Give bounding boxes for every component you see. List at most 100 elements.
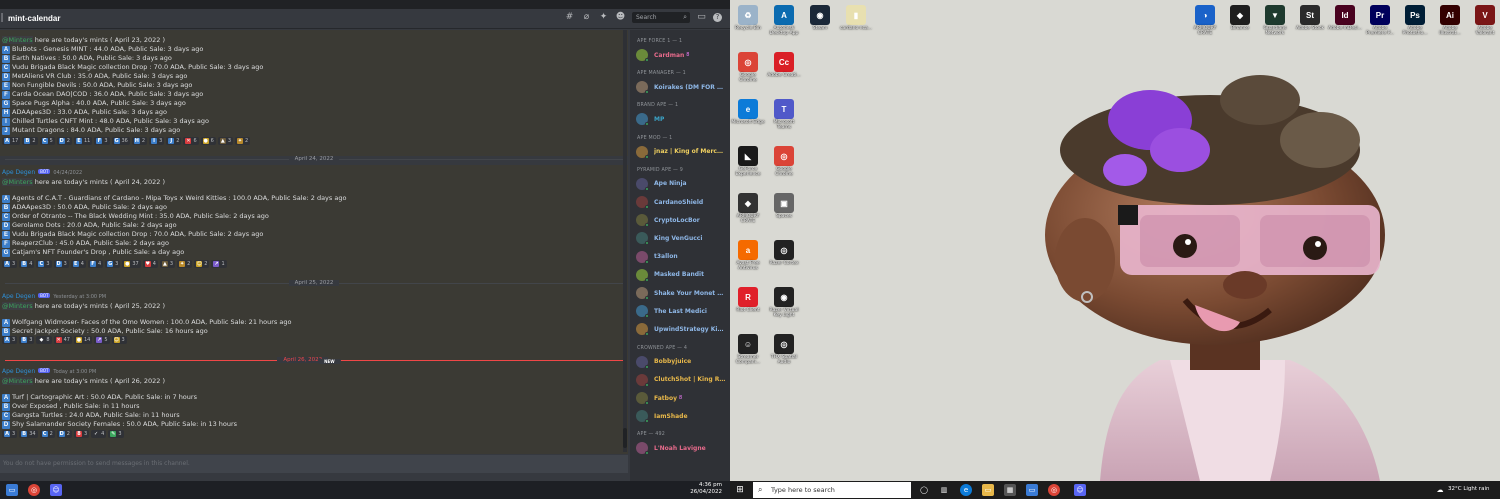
desktop-icon[interactable]: ▼ Guardians Network	[1258, 2, 1292, 44]
reaction-button[interactable]: ● 6	[200, 137, 216, 145]
reaction-button[interactable]: B2	[22, 137, 38, 145]
reaction-button[interactable]: ↗ 1	[211, 260, 227, 268]
taskbar-folder-icon[interactable]: ▭	[6, 484, 18, 496]
reaction-button[interactable]: H2	[131, 137, 148, 145]
desktop-icon[interactable]: Id Adobe InDesi...	[1328, 2, 1362, 44]
reaction-button[interactable]: ☺ 3	[111, 336, 127, 344]
taskbar-explorer-icon[interactable]: ▭	[982, 484, 994, 496]
member-item[interactable]: King VenGucci	[636, 231, 702, 246]
reaction-button[interactable]: B 34	[19, 430, 38, 438]
reaction-button[interactable]: A 17	[2, 137, 21, 145]
member-item[interactable]: IamShade	[636, 409, 688, 424]
reaction-button[interactable]: ✕ 47	[53, 336, 72, 344]
reaction-button[interactable]: A3	[2, 430, 18, 438]
desktop-icon[interactable]: ♻ Recycle Bin	[731, 2, 765, 44]
member-item[interactable]: UpwindStrategy King ...	[636, 322, 726, 337]
reaction-button[interactable]: ✎ 3	[108, 430, 124, 438]
member-item[interactable]: The Last Medici	[636, 304, 707, 319]
reaction-button[interactable]: ✦ 2	[177, 260, 193, 268]
desktop-icon[interactable]: ◎ Google Chrome	[731, 49, 765, 91]
author-name[interactable]: Ape Degen	[2, 293, 35, 300]
reaction-button[interactable]: C5	[39, 137, 55, 145]
desktop-icon[interactable]: ◆ ARMOURY CRATE	[731, 190, 765, 232]
reaction-button[interactable]: ↗ 5	[94, 336, 110, 344]
scrollbar-thumb[interactable]	[623, 428, 627, 448]
reaction-button[interactable]: ✦ 2	[235, 137, 251, 145]
member-item[interactable]: Masked Bandit	[636, 268, 704, 282]
reaction-button[interactable]: ▲ 3	[159, 260, 176, 268]
reaction-button[interactable]: F4	[87, 260, 104, 268]
reaction-button[interactable]: E4	[70, 260, 86, 268]
search-input[interactable]: Search ⌕	[632, 12, 690, 23]
desktop-icon[interactable]: e Microsoft Edge	[731, 96, 765, 138]
member-item[interactable]: MP	[636, 112, 664, 127]
scrollbar-track[interactable]	[623, 30, 627, 452]
reaction-button[interactable]: J2	[166, 137, 182, 145]
member-item[interactable]: L'Noah Lavigne	[636, 441, 706, 456]
desktop-icon[interactable]: ◑ ARMOURY CRATE	[1188, 2, 1222, 44]
taskbar-discord-icon[interactable]: ☺	[1074, 484, 1086, 496]
member-item[interactable]: t3allon	[636, 250, 678, 264]
reaction-button[interactable]: G 36	[111, 137, 130, 145]
inbox-icon[interactable]: ▭	[696, 12, 707, 23]
reaction-button[interactable]: D2	[56, 430, 72, 438]
member-item[interactable]: Cardman 8	[636, 48, 689, 62]
member-item[interactable]: Bobbyjuice	[636, 355, 691, 369]
reaction-button[interactable]: E 11	[73, 137, 93, 145]
desktop-icon[interactable]: Pr Adobe Premiere P...	[1363, 2, 1397, 44]
reaction-button[interactable]: D3	[53, 260, 69, 268]
role-mention[interactable]: @Minters	[2, 377, 33, 385]
desktop-icon[interactable]: ◎ Google Chrome	[767, 143, 801, 185]
cortana-icon[interactable]: ◯	[918, 484, 930, 496]
mute-bell-icon[interactable]: ⌀	[581, 12, 592, 23]
member-item[interactable]: jnaz | King of Merchants	[636, 145, 726, 159]
taskbar-folder2-icon[interactable]: ▭	[1026, 484, 1038, 496]
desktop-icon[interactable]: Cc Adobe Creati...	[767, 49, 801, 91]
desktop-icon[interactable]: St Adobe Stock	[1293, 2, 1327, 44]
desktop-icon[interactable]: A Autodesk Desktop App	[767, 2, 801, 44]
desktop-icon[interactable]: ◉ Steam	[803, 2, 837, 44]
reaction-button[interactable]: C3	[36, 260, 52, 268]
reaction-button[interactable]: F3	[94, 137, 110, 145]
reaction-button[interactable]: D2	[56, 137, 72, 145]
help-icon[interactable]: ?	[713, 13, 722, 22]
reaction-button[interactable]: G3	[105, 260, 121, 268]
reaction-button[interactable]: ✓ 4	[91, 430, 107, 438]
author-name[interactable]: Ape Degen	[2, 169, 35, 176]
desktop-icon[interactable]: ◎ Razer Cortex	[767, 237, 801, 279]
member-item[interactable]: Ape Ninja	[636, 177, 687, 191]
reaction-button[interactable]: ▲ 3	[217, 137, 233, 145]
weather-text[interactable]: 32°C Light rain	[1448, 486, 1500, 493]
reaction-button[interactable]: 83	[73, 430, 90, 438]
desktop-icon[interactable]: ◣ GeForce Experience	[731, 143, 765, 185]
member-item[interactable]: Fatboy 8	[636, 391, 682, 405]
desktop-icon[interactable]: T Microsoft Teams	[767, 96, 801, 138]
taskbar-discord-icon[interactable]: ☺	[50, 484, 62, 496]
desktop-icon[interactable]: ▣ Spaces	[767, 190, 801, 232]
member-item[interactable]: Shake Your Monet Ma...	[636, 286, 726, 300]
reaction-button[interactable]: B3	[19, 336, 35, 344]
taskbar-chrome-icon[interactable]: ◎	[1048, 484, 1060, 496]
reaction-button[interactable]: ● 14	[73, 336, 93, 344]
desktop-icon[interactable]: a Avast Free Antivirus	[731, 237, 765, 279]
taskbar-search-input[interactable]: ⌕ Type here to search	[753, 482, 911, 498]
reaction-button[interactable]: B4	[19, 260, 35, 268]
taskbar-edge-icon[interactable]: e	[960, 484, 972, 496]
desktop-icon[interactable]: ▮ cardano nca...	[839, 2, 873, 44]
desktop-icon[interactable]: ◆ Binance	[1223, 2, 1257, 44]
member-item[interactable]: CryptoLocBor	[636, 213, 700, 228]
taskbar-chrome-icon[interactable]: ◎	[28, 484, 40, 496]
desktop-icon[interactable]: Ai Adobe Illustrat...	[1433, 2, 1467, 44]
weather-icon[interactable]: ☁	[1434, 484, 1446, 496]
reaction-button[interactable]: ● 37	[122, 260, 141, 268]
reaction-button[interactable]: ✕ 6	[183, 137, 199, 145]
desktop-icon[interactable]: Ps Adobe Photosho...	[1398, 2, 1432, 44]
desktop-icon[interactable]: R Riot Client	[731, 284, 765, 326]
member-item[interactable]: ClutchShot | King Rich	[636, 373, 726, 387]
member-item[interactable]: Koirakes (DM FOR CO...	[636, 80, 726, 95]
member-item[interactable]: CardanoShield	[636, 195, 703, 209]
windows-start-icon[interactable]: ⊞	[734, 484, 746, 496]
threads-icon[interactable]: #	[564, 12, 575, 23]
reaction-button[interactable]: C2	[39, 430, 55, 438]
reaction-button[interactable]: A3	[2, 260, 18, 268]
